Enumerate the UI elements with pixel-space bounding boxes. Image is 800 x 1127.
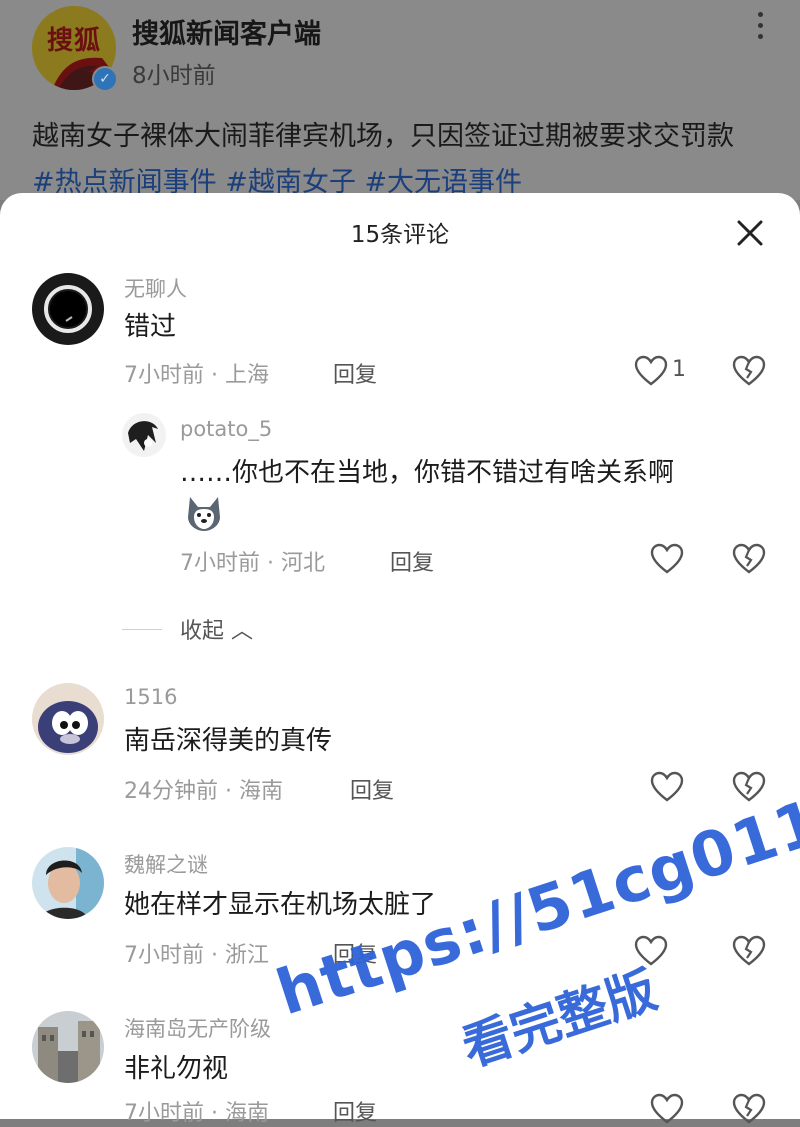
comment-username[interactable]: 1516 [124,685,177,709]
heart-outline-icon[interactable] [650,543,684,575]
heart-outline-icon[interactable] [650,1093,684,1125]
collapse-label: 收起 [180,619,225,644]
avatar[interactable] [32,273,104,345]
avatar[interactable] [32,1011,104,1083]
comment-meta: 7小时前 · 海南 [124,1101,269,1126]
broken-heart-icon[interactable] [732,543,766,575]
broken-heart-icon[interactable] [732,935,766,967]
reply-button[interactable]: 回复 [390,545,434,577]
husky-emoji-icon [188,497,220,531]
comment-username[interactable]: 魏解之谜 [124,849,208,879]
comment-meta: 24分钟前 · 海南 [124,779,283,804]
comment-location: 海南 [224,1101,269,1126]
collapse-replies-button[interactable]: 收起 ︿ [180,613,253,645]
comment-time: 7小时前 [124,363,204,388]
comments-title: 15条评论 [350,222,450,248]
comment-meta: 7小时前 · 河北 [180,551,325,576]
comment-text: 错过 [124,312,177,342]
comment-text: 她在样才显示在机场太脏了 [124,890,437,920]
more-options-icon[interactable] [752,12,768,44]
comment-location: 河北 [280,551,325,576]
comment-location: 海南 [238,779,283,804]
comment-location: 上海 [224,363,269,388]
broken-heart-icon[interactable] [732,771,766,803]
heart-outline-icon[interactable] [650,771,684,803]
post-body: 越南女子裸体大闹菲律宾机场，只因签证过期被要求交罚款 [32,121,734,152]
comment-time: 24分钟前 [124,779,218,804]
reply-button[interactable]: 回复 [333,357,377,389]
heart-outline-icon[interactable] [634,355,668,387]
broken-heart-icon[interactable] [732,355,766,387]
source-name[interactable]: 搜狐新闻客户端 [132,12,321,51]
comment-meta: 7小时前 · 上海 [124,363,269,388]
comment-time: 7小时前 [124,1101,204,1126]
reply-button[interactable]: 回复 [333,1095,377,1127]
like-count: 1 [672,357,686,382]
avatar[interactable] [122,413,166,457]
avatar[interactable] [32,683,104,755]
broken-heart-icon[interactable] [732,1093,766,1125]
reply-button[interactable]: 回复 [350,773,394,805]
logo-text: 搜狐 [46,26,101,56]
comment-location: 浙江 [224,943,269,968]
post-time: 8小时前 [132,63,216,89]
comment-username[interactable]: 无聊人 [124,273,187,303]
avatar[interactable] [32,847,104,919]
comment-time: 7小时前 [180,551,260,576]
comment-time: 7小时前 [124,943,204,968]
divider [122,629,162,630]
chevron-up-icon: ︿ [231,619,254,644]
comment-text: 南岳深得美的真传 [124,726,333,756]
comment-text: 非礼勿视 [124,1054,229,1084]
verified-badge-icon: ✓ [92,66,118,92]
comment-text: ……你也不在当地，你错不错过有啥关系啊 [180,458,675,488]
comment-username[interactable]: 海南岛无产阶级 [124,1013,271,1043]
close-icon[interactable] [732,215,768,251]
comment-meta: 7小时前 · 浙江 [124,943,269,968]
comment-username[interactable]: potato_5 [180,417,272,441]
